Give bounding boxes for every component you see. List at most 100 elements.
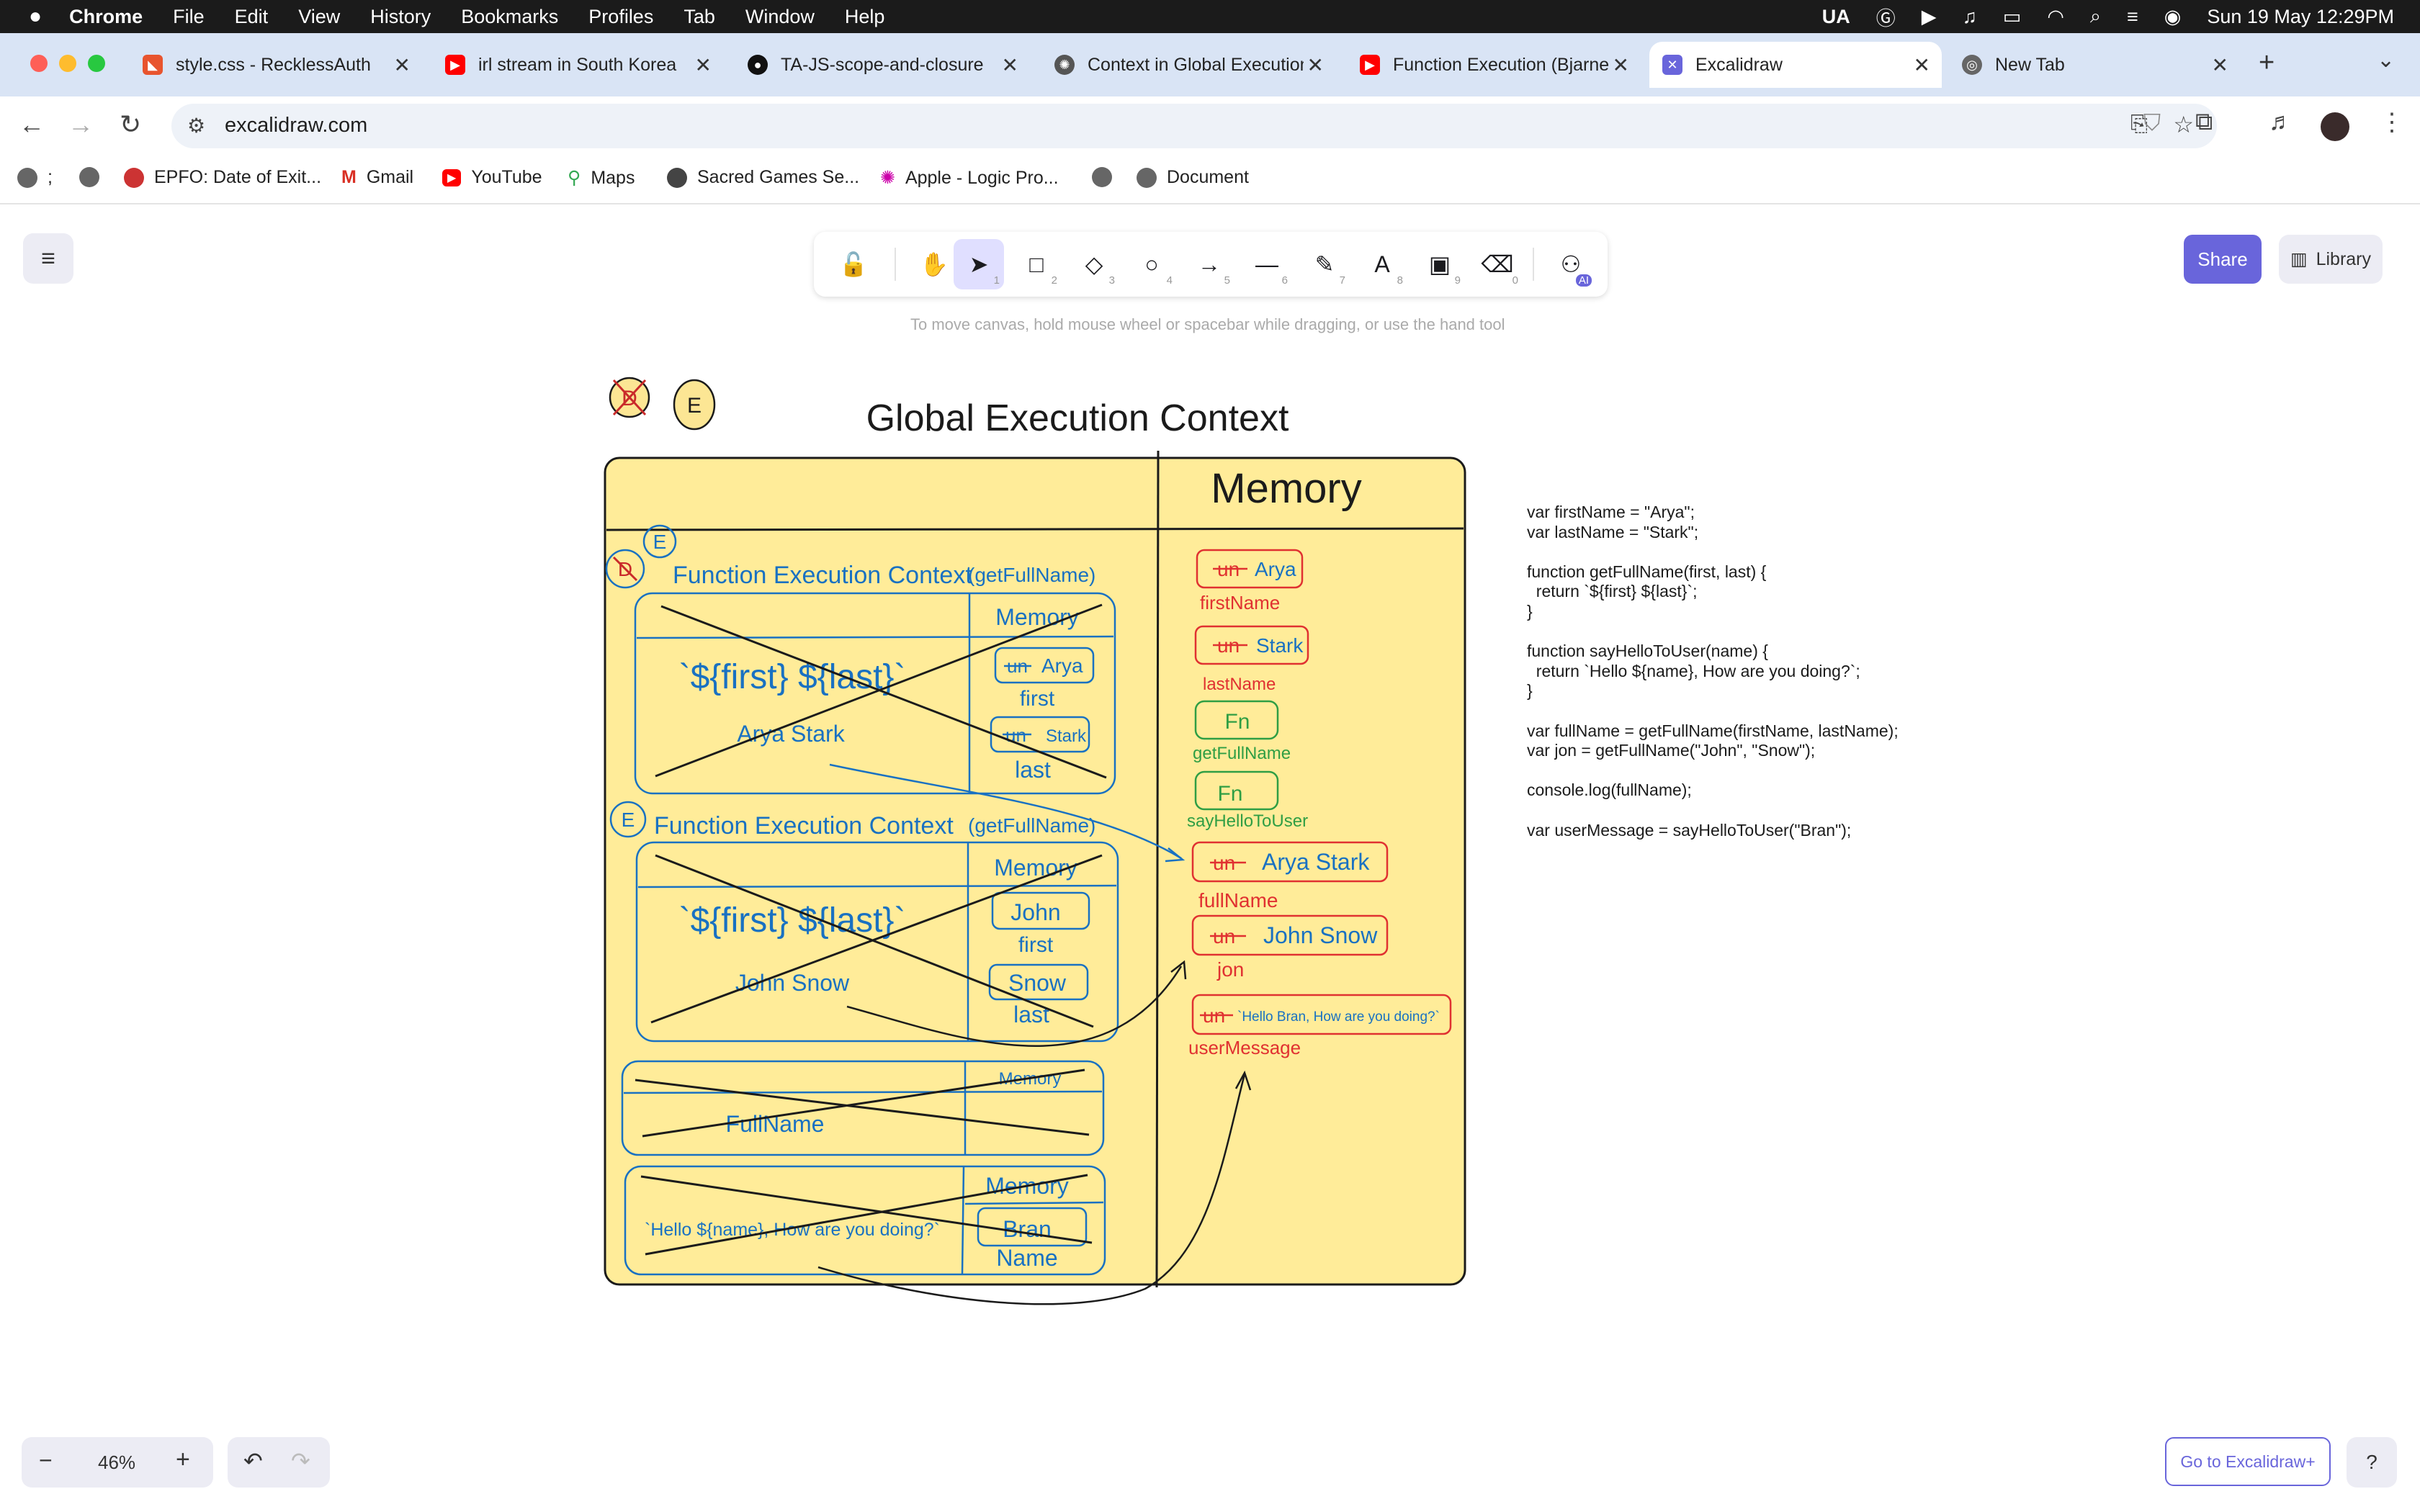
function-execution-context-4[interactable]: Memory `Hello ${name}, How are you doing… bbox=[624, 1165, 1106, 1276]
close-tab-icon[interactable]: ✕ bbox=[1914, 53, 1930, 77]
tab-excalidraw[interactable]: ✕ Excalidraw ✕ bbox=[1649, 42, 1942, 88]
code-snippet[interactable]: var firstName = "Arya"; var lastName = "S… bbox=[1527, 503, 1899, 840]
tab-irl-stream[interactable]: ▶ irl stream in South Korea ✕ bbox=[432, 42, 723, 88]
bookmark-1[interactable]: ; bbox=[17, 167, 53, 188]
lock-tool-icon[interactable]: 🔓 bbox=[828, 239, 879, 289]
menu-edit[interactable]: Edit bbox=[235, 6, 269, 28]
function-execution-context-3[interactable]: Memory FullName bbox=[621, 1060, 1105, 1156]
close-tab-icon[interactable]: ✕ bbox=[695, 53, 712, 77]
close-tab-icon[interactable]: ✕ bbox=[1613, 53, 1629, 77]
close-tab-icon[interactable]: ✕ bbox=[394, 53, 411, 77]
play-icon[interactable]: ▶ bbox=[1922, 6, 1937, 28]
bookmark-9[interactable] bbox=[1092, 167, 1122, 187]
global-memory-sayHelloToUser[interactable]: Fn sayHelloToUser bbox=[1187, 770, 1308, 831]
bookmark-star-icon[interactable]: ☆ bbox=[2173, 111, 2194, 138]
tab-style-css[interactable]: ◣ style.css - RecklessAuth ✕ bbox=[130, 42, 422, 88]
spotlight-icon[interactable]: ⌕ bbox=[2090, 5, 2101, 28]
chrome-menu-icon[interactable]: ⋮ bbox=[2380, 108, 2404, 137]
selection-tool-icon[interactable]: ➤ 1 bbox=[954, 239, 1004, 289]
address-bar[interactable]: ⚙ excalidraw.com ⎘ ☆ bbox=[171, 104, 2217, 148]
menu-view[interactable]: View bbox=[298, 6, 340, 28]
forward-button[interactable]: → bbox=[68, 109, 94, 140]
bookmark-document[interactable]: Document bbox=[1137, 167, 1249, 188]
tab-new-tab[interactable]: ◎ New Tab ✕ bbox=[1949, 42, 2240, 88]
badge-e[interactable]: E bbox=[673, 379, 716, 431]
new-tab-button[interactable]: + bbox=[2259, 48, 2275, 78]
url-text[interactable]: excalidraw.com bbox=[225, 114, 367, 138]
close-tab-icon[interactable]: ✕ bbox=[2212, 53, 2228, 77]
close-tab-icon[interactable]: ✕ bbox=[1307, 53, 1324, 77]
airpods-icon[interactable]: ♫ bbox=[1963, 6, 1977, 28]
function-execution-context-2[interactable]: E Function Execution Context (getFullNam… bbox=[609, 801, 1119, 1043]
control-center-icon[interactable]: ≡ bbox=[2127, 6, 2138, 28]
zoom-window-button[interactable] bbox=[88, 55, 105, 72]
redo-icon[interactable]: ↷ bbox=[291, 1447, 310, 1475]
menu-history[interactable]: History bbox=[370, 6, 431, 28]
eraser-tool-icon[interactable]: ⌫ 0 bbox=[1472, 239, 1523, 289]
global-memory-userMessage[interactable]: un `Hello Bran, How are you doing?` user… bbox=[1188, 994, 1452, 1058]
close-window-button[interactable] bbox=[30, 55, 48, 72]
share-button[interactable]: Share bbox=[2184, 235, 2262, 284]
menu-profiles[interactable]: Profiles bbox=[588, 6, 653, 28]
site-info-icon[interactable]: ⚙ bbox=[187, 114, 205, 138]
menu-help[interactable]: Help bbox=[845, 6, 885, 28]
global-memory-firstName[interactable]: un Arya firstName bbox=[1196, 549, 1304, 613]
clock[interactable]: Sun 19 May 12:29PM bbox=[2207, 6, 2394, 28]
function-execution-context-1[interactable]: D E Function Execution Context (getFullN… bbox=[605, 524, 1116, 795]
undo-icon[interactable]: ↶ bbox=[243, 1447, 263, 1475]
global-memory-jon[interactable]: un John Snow jon bbox=[1191, 914, 1389, 981]
main-menu-button[interactable]: ≡ bbox=[23, 233, 73, 284]
ellipse-tool-icon[interactable]: ○ 4 bbox=[1126, 239, 1177, 289]
bookmark-gmail[interactable]: M Gmail bbox=[341, 167, 413, 188]
tab-function-execution[interactable]: ▶ Function Execution (Bjarne ✕ bbox=[1347, 42, 1641, 88]
hand-tool-icon[interactable]: ✋ bbox=[909, 239, 959, 289]
wifi-icon[interactable]: ◠ bbox=[2047, 6, 2064, 28]
bookmark-youtube[interactable]: ▶ YouTube bbox=[442, 167, 542, 188]
line-tool-icon[interactable]: —6 bbox=[1242, 239, 1292, 289]
grammarly-icon[interactable]: Ⓖ bbox=[1876, 3, 1896, 31]
draw-tool-icon[interactable]: ✎ 7 bbox=[1299, 239, 1350, 289]
extensions-icon[interactable]: ⧉ bbox=[2195, 108, 2213, 136]
rectangle-tool-icon[interactable]: □ 2 bbox=[1011, 239, 1062, 289]
back-button[interactable]: ← bbox=[19, 109, 45, 140]
bookmark-epfo[interactable]: EPFO: Date of Exit... bbox=[124, 167, 321, 188]
menubar-app-name[interactable]: Chrome bbox=[69, 6, 143, 28]
bookmark-logic-pro[interactable]: ✺ Apple - Logic Pro... bbox=[880, 167, 1059, 189]
global-memory-lastName[interactable]: un Stark lastName bbox=[1194, 625, 1309, 694]
excalidraw-canvas[interactable]: D E Global Execution Context Memory D E … bbox=[0, 0, 2420, 1512]
bookmark-sacred-games[interactable]: Sacred Games Se... bbox=[667, 167, 859, 188]
menu-window[interactable]: Window bbox=[745, 6, 815, 28]
tab-github[interactable]: ● TA-JS-scope-and-closure ✕ bbox=[735, 42, 1030, 88]
profile-avatar[interactable] bbox=[2321, 112, 2349, 141]
menu-tab[interactable]: Tab bbox=[684, 6, 715, 28]
reload-button[interactable]: ↻ bbox=[120, 109, 141, 140]
minimize-window-button[interactable] bbox=[59, 55, 76, 72]
text-tool-icon[interactable]: A8 bbox=[1357, 239, 1407, 289]
extension-shield-icon[interactable]: ⛉ bbox=[2143, 109, 2161, 137]
image-tool-icon[interactable]: ▣ 9 bbox=[1415, 239, 1465, 289]
menu-file[interactable]: File bbox=[173, 6, 205, 28]
input-source[interactable]: UA bbox=[1822, 6, 1850, 28]
media-control-icon[interactable]: ♬ bbox=[2269, 108, 2293, 136]
zoom-level[interactable]: 46% bbox=[98, 1452, 135, 1474]
battery-icon[interactable]: ▭ bbox=[2003, 6, 2022, 28]
arrow-tool-icon[interactable]: → 5 bbox=[1184, 239, 1234, 289]
close-tab-icon[interactable]: ✕ bbox=[1002, 53, 1018, 77]
library-button[interactable]: ▥ Library bbox=[2279, 235, 2383, 284]
excalidraw-plus-button[interactable]: Go to Excalidraw+ bbox=[2165, 1437, 2331, 1486]
apple-icon[interactable]: ● bbox=[29, 4, 42, 29]
global-memory-fullName[interactable]: un Arya Stark fullName bbox=[1191, 841, 1389, 912]
bookmark-maps[interactable]: ⚲ Maps bbox=[568, 167, 635, 189]
tab-search-chevron-icon[interactable]: ⌄ bbox=[2377, 48, 2395, 73]
siri-icon[interactable]: ◉ bbox=[2164, 6, 2182, 28]
tab-context-global[interactable]: ✺ Context in Global Execution ✕ bbox=[1041, 42, 1335, 88]
global-memory-getFullName[interactable]: Fn getFullName bbox=[1193, 700, 1291, 763]
help-button[interactable]: ? bbox=[2347, 1437, 2397, 1488]
bookmark-2[interactable] bbox=[79, 167, 109, 187]
badge-d[interactable]: D bbox=[609, 377, 650, 418]
zoom-in-button[interactable]: + bbox=[176, 1446, 190, 1474]
diamond-tool-icon[interactable]: ◇ 3 bbox=[1069, 239, 1119, 289]
ai-tools-icon[interactable]: ⚇ AI bbox=[1546, 239, 1596, 289]
menu-bookmarks[interactable]: Bookmarks bbox=[461, 6, 558, 28]
zoom-out-button[interactable]: − bbox=[39, 1447, 53, 1474]
